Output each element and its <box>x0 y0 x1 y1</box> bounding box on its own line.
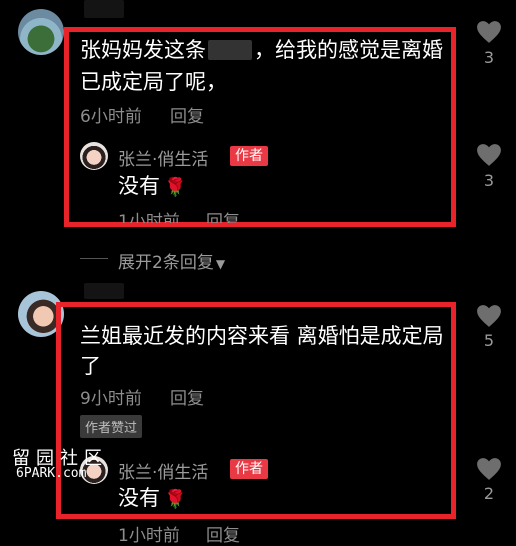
like-count: 3 <box>483 171 495 190</box>
like-count: 3 <box>483 48 495 67</box>
heart-icon[interactable] <box>476 20 502 44</box>
reply-button[interactable]: 回复 <box>206 521 240 546</box>
redacted-username <box>84 283 124 299</box>
comment-text-line2: 已成定局了呢， <box>80 70 227 94</box>
rose-icon: 🌹 <box>164 489 187 510</box>
heart-icon[interactable] <box>476 304 502 328</box>
reply-time: 1小时前 <box>118 212 180 223</box>
divider <box>80 258 108 259</box>
rose-icon: 🌹 <box>164 177 187 198</box>
heart-icon[interactable] <box>476 457 502 481</box>
reply-button[interactable]: 回复 <box>170 102 204 127</box>
author-name[interactable]: 张兰·俏生活 <box>118 458 208 483</box>
like-count: 5 <box>483 331 495 350</box>
chevron-down-icon: ▼ <box>215 257 226 271</box>
watermark-url: 6PARK.com <box>16 466 87 481</box>
heart-icon[interactable] <box>476 143 502 167</box>
reply-text: 没有 🌹 <box>118 486 187 510</box>
reply-button[interactable]: 回复 <box>206 207 240 223</box>
author-name[interactable]: 张兰·俏生活 <box>118 145 208 170</box>
reply-button[interactable]: 回复 <box>170 384 204 409</box>
reply-time: 1小时前 <box>118 526 180 546</box>
expand-replies-button[interactable]: 展开2条回复 ▼ <box>118 248 225 273</box>
comment-text-line2: 了 <box>80 354 101 378</box>
comment-text: 张妈妈发这条 ，给我的感觉是离婚 <box>80 38 443 62</box>
comment-text: 兰姐最近发的内容来看 离婚怕是成定局 <box>80 324 444 348</box>
redacted-text <box>208 40 252 60</box>
comment-time: 6小时前 <box>80 107 142 127</box>
author-badge: 作者 <box>230 146 268 166</box>
author-avatar[interactable] <box>80 142 108 170</box>
like-count: 2 <box>483 484 495 503</box>
redacted-username <box>84 0 124 18</box>
commenter-avatar[interactable] <box>18 9 64 55</box>
reply-text: 没有 🌹 <box>118 174 187 198</box>
author-badge: 作者 <box>230 459 268 479</box>
comment-time: 9小时前 <box>80 389 142 409</box>
author-liked-badge: 作者赞过 <box>80 415 143 438</box>
